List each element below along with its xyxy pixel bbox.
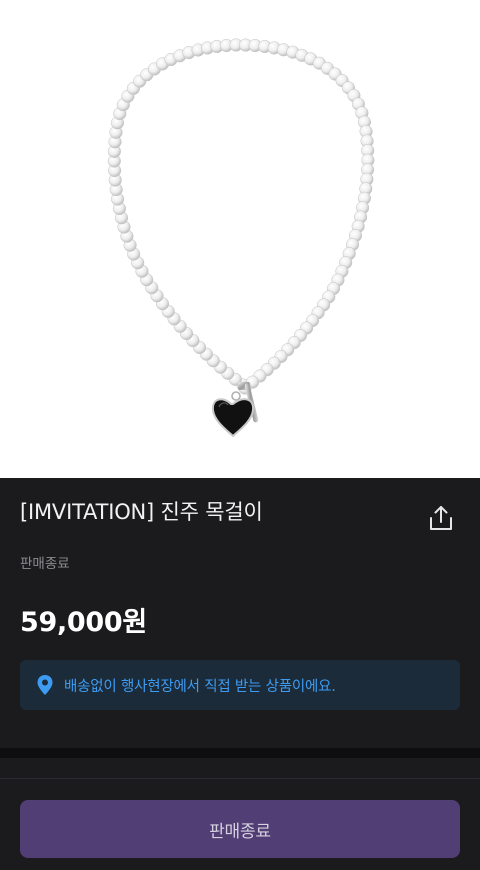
toggle-clasp bbox=[211, 382, 259, 438]
location-pin-icon bbox=[36, 674, 54, 696]
product-title: [IMVITATION] 진주 목걸이 bbox=[20, 500, 263, 524]
delivery-notice: 배송없이 행사현장에서 직접 받는 상품이에요. bbox=[20, 660, 460, 710]
pearl-necklace-image bbox=[107, 38, 375, 438]
share-icon bbox=[430, 506, 452, 530]
sale-status-label: 판매종료 bbox=[20, 556, 70, 572]
product-price: 59,000원 bbox=[20, 607, 147, 638]
section-divider bbox=[0, 748, 480, 758]
section-spacer bbox=[0, 758, 480, 778]
sold-out-button[interactable]: 판매종료 bbox=[20, 800, 460, 858]
share-button[interactable] bbox=[423, 500, 459, 536]
product-info-panel: [IMVITATION] 진주 목걸이 판매종료 59,000원 배송없이 행사… bbox=[0, 478, 480, 748]
delivery-notice-text: 배송없이 행사현장에서 직접 받는 상품이에요. bbox=[64, 678, 336, 695]
product-image bbox=[0, 0, 480, 478]
bottom-action-bar: 판매종료 bbox=[0, 779, 480, 870]
